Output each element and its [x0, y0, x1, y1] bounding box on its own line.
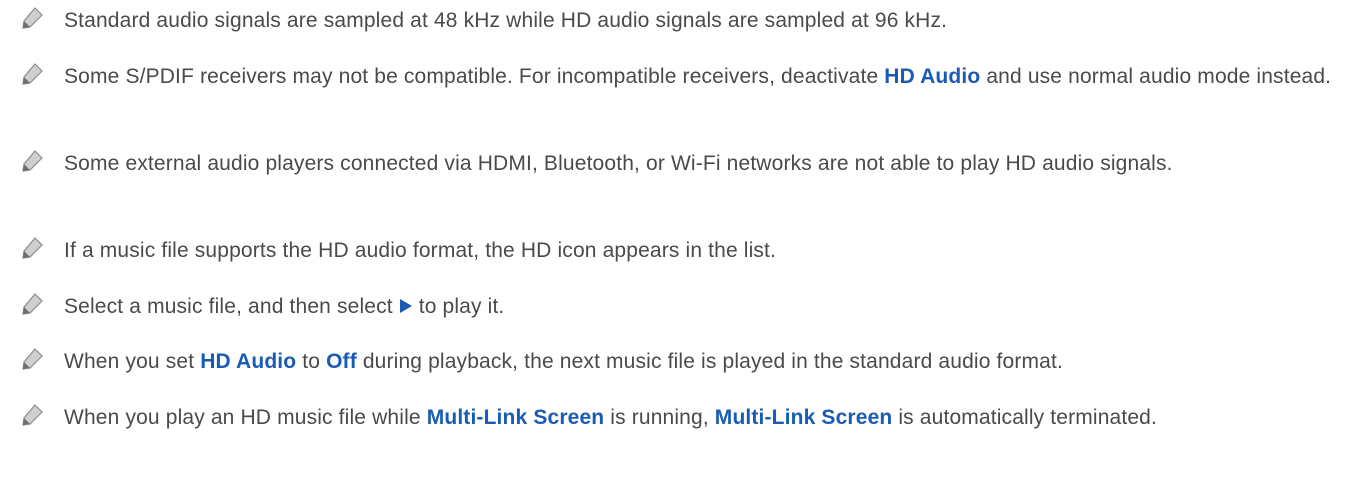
note-text: Some external audio players connected vi… — [64, 152, 1173, 175]
pencil-note-icon — [22, 348, 43, 370]
pencil-note-icon — [22, 404, 43, 426]
hd-audio-term: HD Audio — [200, 350, 297, 373]
pencil-note-icon — [22, 150, 43, 172]
hd-audio-term: HD Audio — [884, 65, 981, 88]
note-text: When you play an HD music file while Mul… — [64, 406, 1157, 429]
off-term: Off — [326, 350, 357, 373]
note-text: Select a music file, and then select to … — [64, 295, 505, 318]
note-text: Some S/PDIF receivers may not be compati… — [64, 65, 1332, 88]
pencil-note-icon — [22, 293, 43, 315]
pencil-note-icon — [22, 237, 43, 259]
pencil-note-icon — [22, 7, 43, 29]
multi-link-screen-term: Multi-Link Screen — [714, 406, 893, 429]
note-text: When you set HD Audio to Off during play… — [64, 350, 1063, 373]
note-text: Standard audio signals are sampled at 48… — [64, 9, 948, 32]
play-icon — [399, 299, 412, 313]
multi-link-screen-term: Multi-Link Screen — [426, 406, 605, 429]
note-text: If a music file supports the HD audio fo… — [64, 239, 777, 262]
pencil-note-icon — [22, 63, 43, 85]
